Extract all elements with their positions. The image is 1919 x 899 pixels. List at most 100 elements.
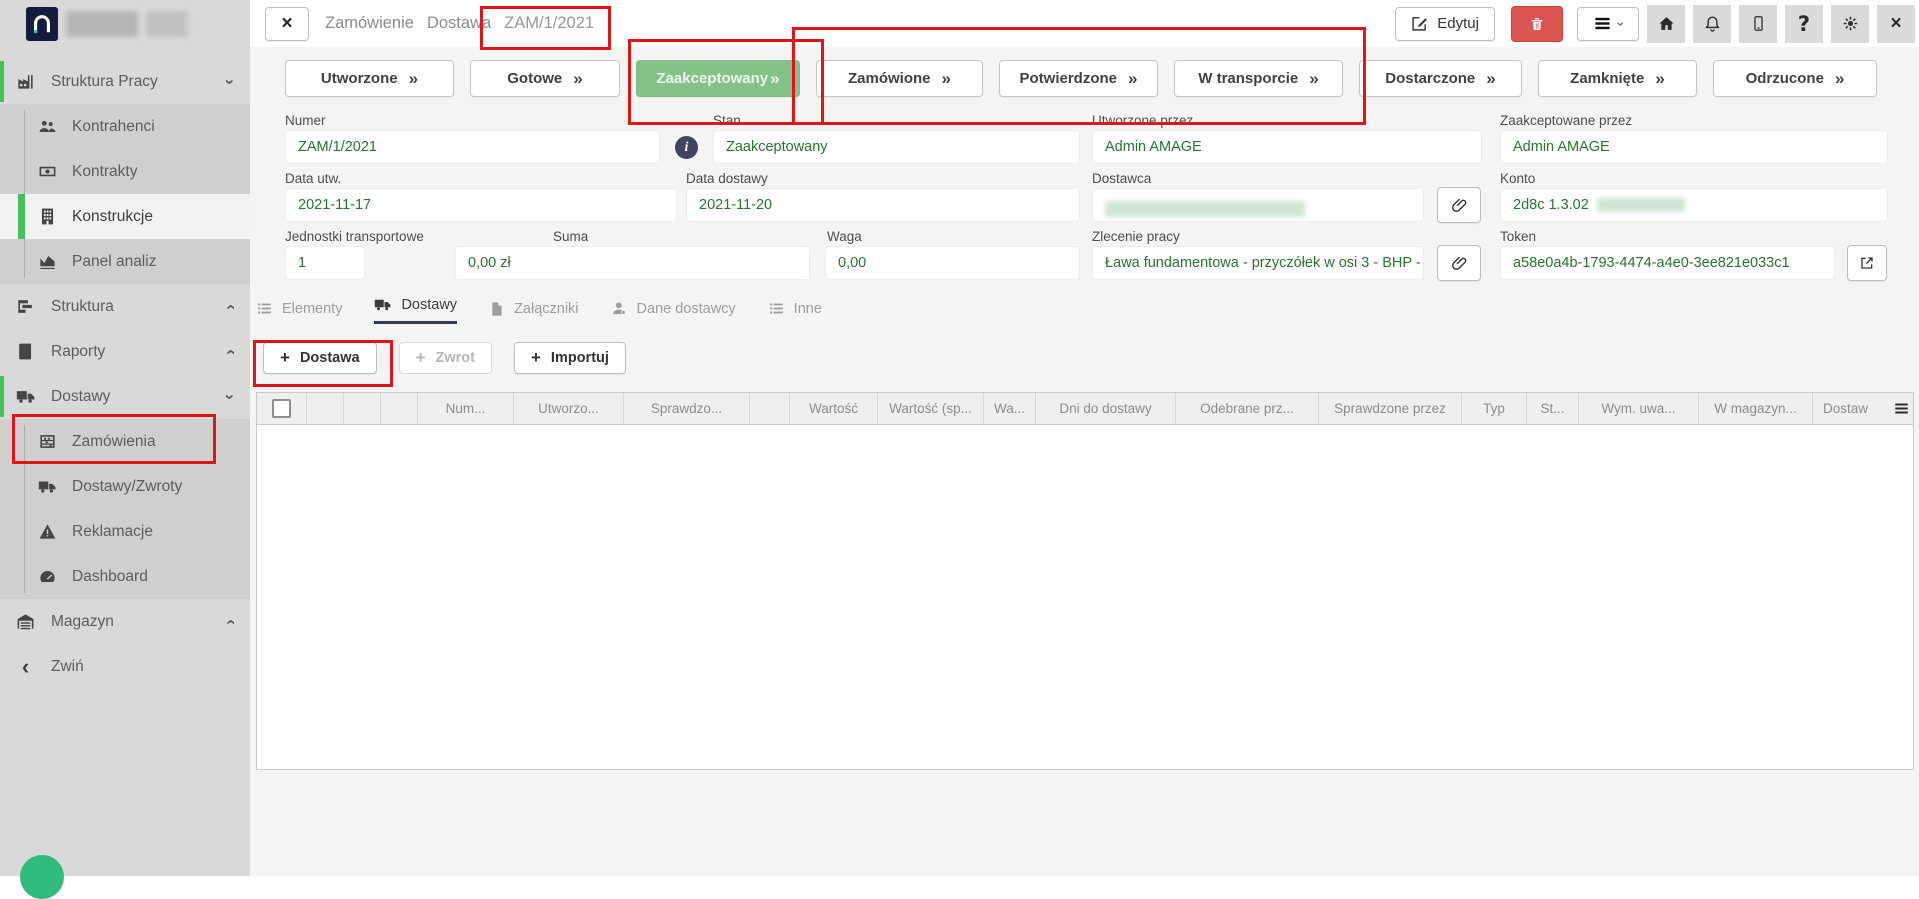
- tab-dostawy[interactable]: Dostawy: [374, 296, 457, 324]
- column-menu-icon[interactable]: [1894, 401, 1909, 419]
- chevron-up-icon: ›: [220, 304, 240, 310]
- home-button[interactable]: [1647, 5, 1685, 43]
- field-data-utw[interactable]: 2021-11-17: [285, 188, 677, 222]
- field-numer[interactable]: ZAM/1/2021: [285, 130, 660, 164]
- help-button[interactable]: ?: [1785, 5, 1823, 43]
- book-icon: [15, 341, 36, 362]
- sidebar: Struktura Pracy › Kontrahenci Kontrakty: [0, 0, 250, 876]
- status-step-utworzone[interactable]: Utworzone»: [285, 60, 454, 97]
- table-header-row: Num... Utworzo... Sprawdzo... Wartość Wa…: [256, 392, 1914, 425]
- table-header-sprawdzone-przez[interactable]: Sprawdzone przez: [1319, 393, 1462, 424]
- sidebar-item-kontrakty[interactable]: Kontrakty: [0, 149, 250, 194]
- field-zaakceptowane-przez[interactable]: Admin AMAGE: [1500, 130, 1888, 164]
- table-header-utworzono[interactable]: Utworzo...: [514, 393, 624, 424]
- table-header-w-magazynie[interactable]: W magazyn...: [1699, 393, 1813, 424]
- notifications-button[interactable]: [1693, 5, 1731, 43]
- field-data-dostawy[interactable]: 2021-11-20: [686, 188, 1080, 222]
- status-label: Zamknięte: [1570, 70, 1644, 87]
- add-zwrot-button[interactable]: + Zwrot: [399, 342, 492, 374]
- field-zlecenie-pracy[interactable]: Ława fundamentowa - przyczółek w osi 3 -…: [1092, 246, 1424, 280]
- mobile-app-button[interactable]: [1739, 5, 1777, 43]
- truck-icon: [15, 386, 36, 407]
- table-header-odebrane-przez[interactable]: Odebrane prz...: [1176, 393, 1319, 424]
- sidebar-item-kontrahenci[interactable]: Kontrahenci: [0, 104, 250, 149]
- more-menu-button[interactable]: ›: [1577, 7, 1639, 41]
- add-dostawa-button[interactable]: + Dostawa: [263, 342, 377, 374]
- field-dostawca[interactable]: [1092, 188, 1424, 222]
- chat-fab-button[interactable]: [20, 855, 64, 899]
- sidebar-item-panel-analiz[interactable]: Panel analiz: [0, 239, 250, 284]
- table-header-st[interactable]: St...: [1527, 393, 1579, 424]
- open-external-button[interactable]: [1847, 245, 1887, 281]
- table-header-wartosc[interactable]: Wartość: [790, 393, 878, 424]
- info-icon[interactable]: i: [675, 136, 698, 159]
- import-button[interactable]: + Importuj: [514, 342, 626, 374]
- sidebar-item-dostawy[interactable]: Dostawy ›: [0, 374, 250, 419]
- tab-zalaczniki[interactable]: Załączniki: [489, 301, 578, 324]
- sidebar-item-raporty[interactable]: Raporty ›: [0, 329, 250, 374]
- plus-icon: +: [280, 348, 290, 368]
- sidebar-item-konstrukcje[interactable]: Konstrukcje: [0, 194, 250, 239]
- table-header[interactable]: [381, 393, 418, 424]
- sidebar-collapse-button[interactable]: ‹ Zwiń: [0, 644, 250, 689]
- attach-supplier-button[interactable]: [1437, 187, 1481, 223]
- sidebar-item-zamowienia[interactable]: Zamówienia: [0, 419, 250, 464]
- field-label-waga: Waga: [827, 229, 862, 244]
- field-jednostki[interactable]: 1: [285, 246, 365, 280]
- sidebar-item-magazyn[interactable]: Magazyn ›: [0, 599, 250, 644]
- field-konto[interactable]: 2d8c 1.3.02: [1500, 188, 1888, 222]
- table-header[interactable]: [307, 393, 344, 424]
- close-window-button[interactable]: ×: [1877, 5, 1915, 43]
- sidebar-item-struktura-pracy[interactable]: Struktura Pracy ›: [0, 59, 250, 104]
- tab-elementy[interactable]: Elementy: [256, 300, 342, 324]
- sidebar-item-struktura[interactable]: Struktura ›: [0, 284, 250, 329]
- table-header-wym-uwagi[interactable]: Wym. uwa...: [1579, 393, 1699, 424]
- table-header-typ[interactable]: Typ: [1462, 393, 1527, 424]
- konto-value: 2d8c 1.3.02: [1513, 197, 1589, 213]
- table-header[interactable]: [750, 393, 790, 424]
- tab-inne[interactable]: Inne: [768, 300, 822, 324]
- status-step-w-transporcie[interactable]: W transporcie»: [1174, 60, 1343, 97]
- close-document-button[interactable]: ×: [265, 7, 309, 41]
- attach-work-order-button[interactable]: [1437, 245, 1481, 281]
- table-header[interactable]: [344, 393, 381, 424]
- list-icon: [256, 300, 273, 317]
- table-body-empty[interactable]: [256, 425, 1914, 770]
- table-header-dostawa[interactable]: Dostaw: [1813, 393, 1913, 424]
- status-step-zamowione[interactable]: Zamówione»: [816, 60, 983, 97]
- field-waga[interactable]: 0,00: [825, 246, 1080, 280]
- field-token[interactable]: a58e0a4b-1793-4474-a4e0-3ee821e033c1: [1500, 246, 1835, 280]
- field-suma[interactable]: 0,00 zł: [455, 246, 810, 280]
- status-step-gotowe[interactable]: Gotowe»: [470, 60, 620, 97]
- chevron-up-icon: ›: [220, 619, 240, 625]
- table-header-wartosc-sp[interactable]: Wartość (sp...: [878, 393, 984, 424]
- sidebar-item-reklamacje[interactable]: Reklamacje: [0, 509, 250, 554]
- table-header-numer[interactable]: Num...: [418, 393, 514, 424]
- status-step-dostarczone[interactable]: Dostarczone»: [1359, 60, 1522, 97]
- double-arrow-icon: »: [942, 69, 951, 89]
- field-utworzone-przez[interactable]: Admin AMAGE: [1092, 130, 1482, 164]
- sidebar-item-dostawy-zwroty[interactable]: Dostawy/Zwroty: [0, 464, 250, 509]
- status-step-zaakceptowany[interactable]: Zaakceptowany»: [636, 60, 800, 97]
- settings-button[interactable]: [1831, 5, 1869, 43]
- status-label: Dostarczone: [1385, 70, 1475, 87]
- field-label-suma: Suma: [553, 229, 588, 244]
- status-step-odrzucone[interactable]: Odrzucone»: [1713, 60, 1877, 97]
- redacted-brand-text: [146, 11, 188, 37]
- status-step-zamkniete[interactable]: Zamknięte»: [1538, 60, 1697, 97]
- banknote-icon: [38, 162, 57, 181]
- table-header-dni-do-dostawy[interactable]: Dni do dostawy: [1036, 393, 1176, 424]
- sidebar-item-dashboard[interactable]: Dashboard: [0, 554, 250, 599]
- table-header-sprawdzono[interactable]: Sprawdzo...: [624, 393, 750, 424]
- status-label: Potwierdzone: [1020, 70, 1118, 87]
- delete-button[interactable]: [1511, 6, 1563, 42]
- button-label: Zwrot: [436, 350, 475, 366]
- table-header-waga[interactable]: Wa...: [984, 393, 1036, 424]
- field-stan[interactable]: Zaakceptowany: [713, 130, 1080, 164]
- sidebar-item-label: Panel analiz: [72, 253, 156, 271]
- tab-dane-dostawcy[interactable]: Dane dostawcy: [611, 300, 736, 324]
- field-label-zlecenie: Zlecenie pracy: [1092, 229, 1180, 244]
- edit-button[interactable]: Edytuj: [1395, 7, 1495, 41]
- status-step-potwierdzone[interactable]: Potwierdzone»: [999, 60, 1158, 97]
- select-all-checkbox[interactable]: [272, 399, 291, 418]
